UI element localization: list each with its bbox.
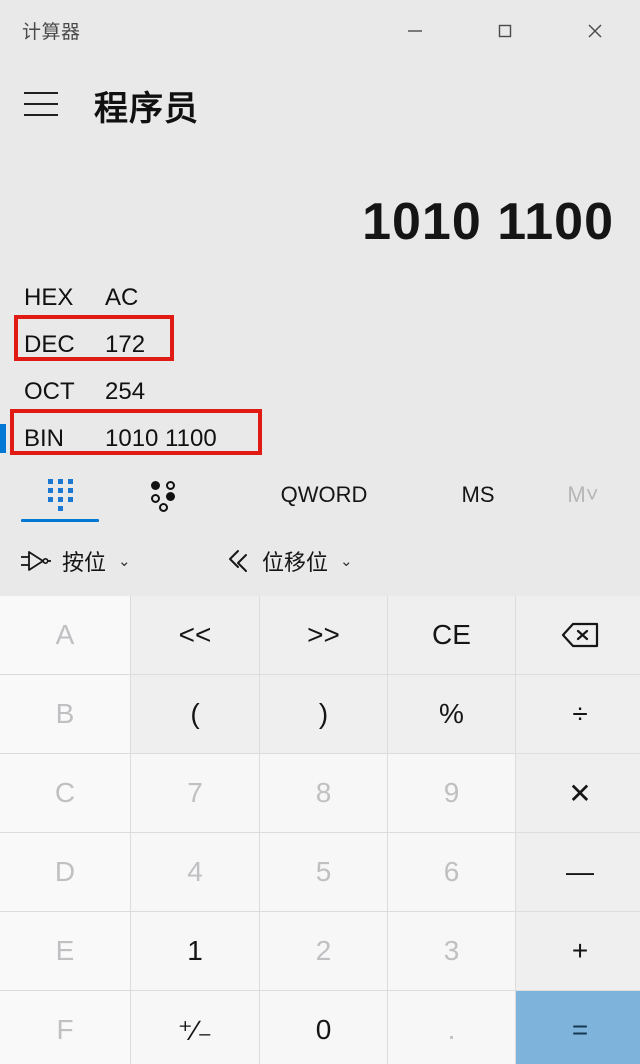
tab-word-size[interactable]: QWORD bbox=[248, 464, 400, 526]
navigation-menu-button[interactable] bbox=[18, 82, 64, 126]
logic-gate-icon bbox=[21, 551, 51, 571]
key-digit-6[interactable]: 6 bbox=[388, 833, 515, 911]
hamburger-icon-line bbox=[24, 92, 58, 94]
key-hex-b[interactable]: B bbox=[0, 675, 130, 753]
key-paren-open[interactable]: ( bbox=[131, 675, 259, 753]
key-hex-f[interactable]: F bbox=[0, 991, 130, 1064]
key-clear-entry[interactable]: CE bbox=[388, 596, 515, 674]
app-title: 计算器 bbox=[22, 22, 81, 43]
radix-label-dec: DEC bbox=[24, 330, 75, 358]
key-subtract[interactable]: — bbox=[516, 833, 640, 911]
minimize-icon bbox=[408, 30, 422, 32]
bitwise-label: 按位 bbox=[62, 550, 107, 575]
radix-row-hex[interactable]: HEX AC bbox=[0, 274, 640, 321]
tab-bit-toggle[interactable] bbox=[118, 464, 210, 526]
title-bar: 计算器 bbox=[0, 0, 640, 62]
key-modulo[interactable]: % bbox=[388, 675, 515, 753]
radix-value-hex: AC bbox=[105, 283, 139, 311]
minimize-button[interactable] bbox=[370, 0, 460, 62]
radix-value-dec: 172 bbox=[105, 330, 146, 358]
backspace-icon bbox=[561, 622, 599, 648]
key-hex-d[interactable]: D bbox=[0, 833, 130, 911]
radix-label-bin: BIN bbox=[24, 424, 65, 452]
radix-row-bin[interactable]: BIN 1010 1100 bbox=[0, 415, 640, 462]
radix-value-oct: 254 bbox=[105, 377, 146, 405]
hamburger-icon-line bbox=[24, 103, 58, 105]
tab-selected-underline bbox=[21, 519, 99, 522]
tab-memory-recall[interactable]: M˅ bbox=[538, 464, 628, 526]
tab-keypad[interactable] bbox=[12, 464, 108, 526]
calculator-window: 计算器 程序员 1010 1100 HEX AC DEC 172 OCT 254… bbox=[0, 0, 640, 1064]
key-paren-close[interactable]: ) bbox=[260, 675, 387, 753]
key-digit-7[interactable]: 7 bbox=[131, 754, 259, 832]
key-digit-5[interactable]: 5 bbox=[260, 833, 387, 911]
bitwise-dropdown[interactable]: 按位 ⌄ bbox=[20, 530, 131, 592]
key-equals[interactable]: = bbox=[516, 991, 640, 1064]
radix-label-oct: OCT bbox=[24, 377, 75, 405]
bitshift-label: 位移位 bbox=[262, 550, 329, 575]
chevron-down-icon: ⌄ bbox=[340, 553, 353, 570]
page-title: 程序员 bbox=[94, 90, 199, 128]
maximize-button[interactable] bbox=[460, 0, 550, 62]
key-hex-a[interactable]: A bbox=[0, 596, 130, 674]
keypad-grid: A << >> CE B ( ) % ÷ C 7 8 9 ✕ D 4 5 6 —… bbox=[0, 596, 640, 1064]
key-digit-3[interactable]: 3 bbox=[388, 912, 515, 990]
window-controls bbox=[370, 0, 640, 62]
key-digit-4[interactable]: 4 bbox=[131, 833, 259, 911]
key-digit-0[interactable]: 0 bbox=[260, 991, 387, 1064]
mode-header: 程序员 bbox=[0, 62, 640, 158]
key-digit-2[interactable]: 2 bbox=[260, 912, 387, 990]
key-digit-8[interactable]: 8 bbox=[260, 754, 387, 832]
key-multiply[interactable]: ✕ bbox=[516, 754, 640, 832]
calculator-display[interactable]: 1010 1100 bbox=[362, 192, 614, 252]
tab-memory-store[interactable]: MS bbox=[424, 464, 532, 526]
radix-label-hex: HEX bbox=[24, 283, 74, 311]
shift-icon bbox=[229, 550, 247, 572]
key-backspace[interactable] bbox=[516, 596, 640, 674]
key-divide[interactable]: ÷ bbox=[516, 675, 640, 753]
key-hex-c[interactable]: C bbox=[0, 754, 130, 832]
key-digit-9[interactable]: 9 bbox=[388, 754, 515, 832]
key-hex-e[interactable]: E bbox=[0, 912, 130, 990]
tab-strip: QWORD MS M˅ bbox=[0, 464, 640, 526]
radix-row-oct[interactable]: OCT 254 bbox=[0, 368, 640, 415]
radix-value-bin: 1010 1100 bbox=[105, 424, 217, 452]
hamburger-icon-line bbox=[24, 114, 58, 116]
key-digit-1[interactable]: 1 bbox=[131, 912, 259, 990]
key-decimal-point[interactable]: . bbox=[388, 991, 515, 1064]
key-shift-left[interactable]: << bbox=[131, 596, 259, 674]
function-row: 按位 ⌄ 位移位 ⌄ bbox=[0, 530, 640, 592]
bit-toggle-icon bbox=[149, 479, 179, 512]
active-indicator bbox=[0, 424, 6, 453]
key-negate[interactable]: ⁺∕₋ bbox=[131, 991, 259, 1064]
maximize-icon bbox=[498, 24, 512, 38]
radix-row-dec[interactable]: DEC 172 bbox=[0, 321, 640, 368]
close-icon bbox=[588, 24, 602, 38]
key-add[interactable]: + bbox=[516, 912, 640, 990]
close-button[interactable] bbox=[550, 0, 640, 62]
key-shift-right[interactable]: >> bbox=[260, 596, 387, 674]
bitshift-dropdown[interactable]: 位移位 ⌄ bbox=[222, 530, 353, 592]
chevron-down-icon: ⌄ bbox=[118, 553, 131, 570]
radix-list: HEX AC DEC 172 OCT 254 BIN 1010 1100 bbox=[0, 274, 640, 462]
keypad-icon bbox=[47, 479, 73, 511]
